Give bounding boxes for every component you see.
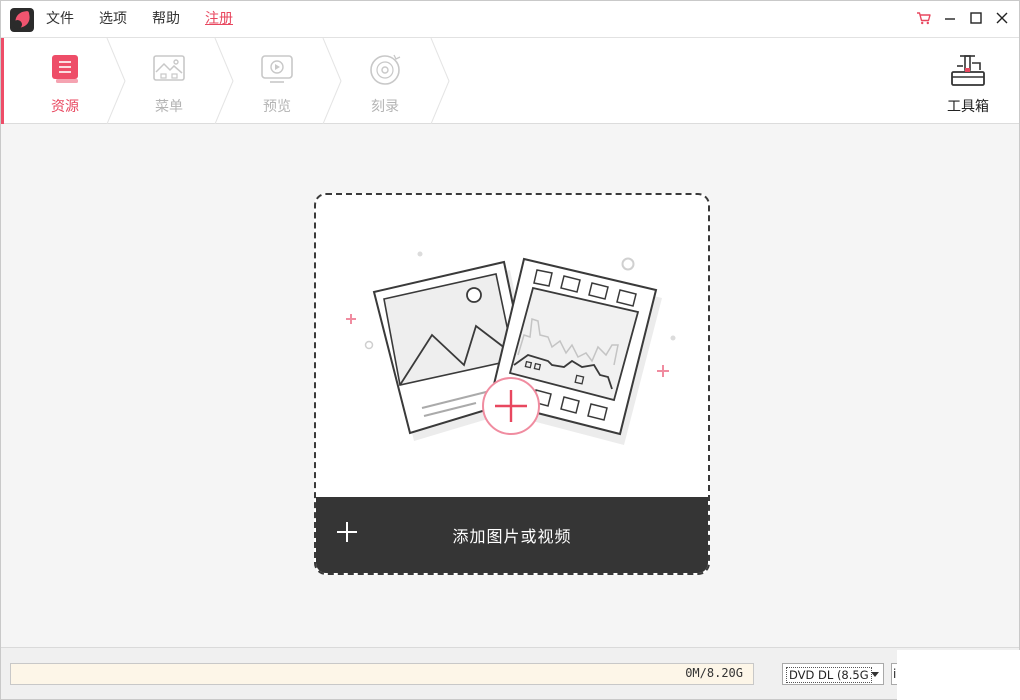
quality-value: i bbox=[893, 667, 897, 681]
dropdown-arrow-icon bbox=[871, 672, 879, 677]
menu-file[interactable]: 文件 bbox=[46, 1, 74, 38]
photo-and-film-illustration bbox=[346, 251, 676, 445]
step-label: 预览 bbox=[263, 99, 291, 115]
step-label: 刻录 bbox=[371, 99, 399, 115]
toolbox-label: 工具箱 bbox=[947, 99, 989, 115]
step-resource[interactable]: 资源 bbox=[11, 38, 119, 124]
add-media-button[interactable]: 添加图片或视频 bbox=[316, 497, 708, 573]
media-drop-zone[interactable]: 添加图片或视频 bbox=[314, 193, 710, 575]
disc-type-select[interactable]: DVD DL (8.5G bbox=[782, 663, 884, 685]
cart-icon[interactable] bbox=[915, 9, 933, 27]
step-label: 菜单 bbox=[155, 99, 183, 115]
step-preview[interactable]: 预览 bbox=[223, 38, 331, 124]
close-icon[interactable] bbox=[993, 9, 1011, 27]
step-label: 资源 bbox=[51, 99, 79, 115]
toolbox-button[interactable]: 工具箱 bbox=[936, 38, 1000, 124]
menu-help[interactable]: 帮助 bbox=[152, 1, 180, 38]
add-media-label: 添加图片或视频 bbox=[452, 527, 572, 546]
menu-image-icon bbox=[153, 55, 185, 81]
step-burn[interactable]: 刻录 bbox=[331, 38, 439, 124]
app-logo bbox=[10, 8, 34, 32]
disc-capacity-bar: 0M/8.20G bbox=[10, 663, 754, 685]
burn-disc-icon bbox=[370, 54, 401, 85]
preview-tv-icon bbox=[261, 55, 293, 83]
resource-icon bbox=[52, 55, 78, 83]
step-menu[interactable]: 菜单 bbox=[115, 38, 223, 124]
maximize-icon[interactable] bbox=[967, 9, 985, 27]
menu-options[interactable]: 选项 bbox=[99, 1, 127, 38]
title-bar: 文件 选项 帮助 注册 bbox=[1, 1, 1019, 38]
minimize-icon[interactable] bbox=[941, 9, 959, 27]
blank-region bbox=[897, 650, 1020, 700]
toolbox-icon bbox=[951, 55, 985, 86]
capacity-text: 0M/8.20G bbox=[685, 666, 743, 680]
step-bar: 资源 菜单 预览 刻录 工具箱 bbox=[1, 38, 1019, 124]
disc-type-value: DVD DL (8.5G bbox=[786, 667, 872, 683]
menu-bar: 文件 选项 帮助 注册 bbox=[46, 1, 258, 38]
status-bar: 0M/8.20G DVD DL (8.5G i bbox=[1, 647, 1019, 699]
app-window: 文件 选项 帮助 注册 资源 菜单 预览 刻录 工具箱 添加图片或视频 0M/8… bbox=[0, 0, 1020, 700]
window-controls bbox=[915, 9, 1011, 27]
menu-register-link[interactable]: 注册 bbox=[205, 1, 233, 38]
